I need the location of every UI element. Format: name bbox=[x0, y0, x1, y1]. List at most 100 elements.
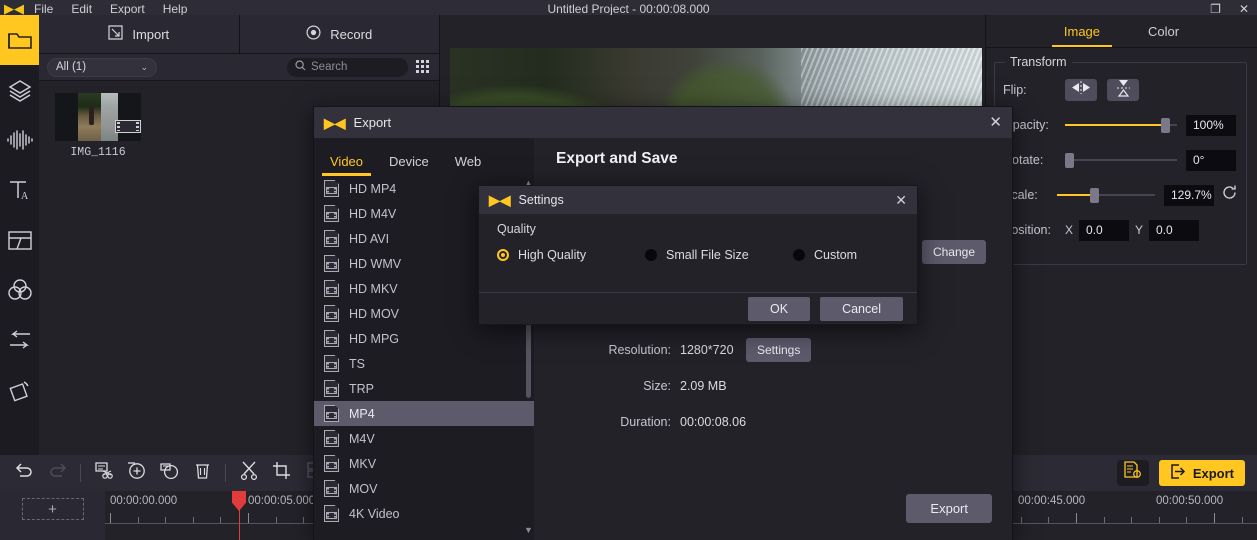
cancel-button[interactable]: Cancel bbox=[820, 297, 903, 321]
opacity-slider-knob[interactable] bbox=[1161, 118, 1170, 133]
add-clip-button[interactable] bbox=[120, 458, 153, 488]
format-item-label: TS bbox=[349, 356, 365, 371]
sidebar-item-titles[interactable]: A bbox=[0, 165, 39, 215]
export-button-label: Export bbox=[1192, 465, 1234, 481]
rotate-slider[interactable] bbox=[1065, 149, 1177, 171]
flip-vertical-icon bbox=[1116, 78, 1130, 103]
waveform-icon bbox=[6, 129, 34, 151]
sidebar-item-effects[interactable] bbox=[0, 65, 39, 115]
redo-button[interactable] bbox=[41, 458, 74, 488]
tab-import[interactable]: Import bbox=[39, 15, 239, 53]
rotate-value[interactable]: 0° bbox=[1186, 149, 1236, 171]
scale-slider-knob[interactable] bbox=[1090, 188, 1100, 203]
reset-icon[interactable] bbox=[1221, 184, 1238, 206]
transform-legend: Transform bbox=[1005, 55, 1072, 69]
media-filter-select[interactable]: All (1) ⌄ bbox=[47, 57, 157, 77]
ruler-tick-label: 00:00:45.000 bbox=[1018, 495, 1086, 507]
rotate-slider-knob[interactable] bbox=[1065, 153, 1074, 168]
crop-button[interactable] bbox=[265, 458, 298, 488]
flip-vertical-button[interactable] bbox=[1107, 79, 1139, 101]
position-y-value[interactable]: 0.0 bbox=[1149, 219, 1200, 241]
sidebar-item-transitions[interactable] bbox=[0, 315, 39, 365]
opacity-slider[interactable] bbox=[1065, 114, 1177, 136]
list-item[interactable]: IMG_1116 bbox=[55, 93, 141, 159]
tab-web[interactable]: Web bbox=[455, 154, 482, 176]
sidebar-item-split-screen[interactable] bbox=[0, 215, 39, 265]
format-item-label: HD MKV bbox=[349, 281, 398, 296]
export-tabs: Video Device Web bbox=[314, 138, 534, 176]
tab-import-label: Import bbox=[132, 26, 170, 42]
format-item[interactable]: MKV bbox=[314, 451, 534, 476]
resolution-settings-button[interactable]: Settings bbox=[746, 338, 812, 362]
format-item[interactable]: 4K Video bbox=[314, 501, 534, 526]
media-filter-value: All (1) bbox=[56, 61, 87, 73]
timeline-track-header: + bbox=[0, 491, 105, 540]
sidebar-item-audio[interactable] bbox=[0, 115, 39, 165]
sidebar-item-media-library[interactable] bbox=[0, 15, 39, 65]
settings-dialog-title-bar: ▶◀ Settings ✕ bbox=[479, 186, 917, 214]
tab-image[interactable]: Image bbox=[1051, 15, 1113, 47]
cut-button[interactable] bbox=[232, 458, 265, 488]
radio-dot-icon bbox=[497, 249, 509, 261]
app-logo-icon: ▶◀ bbox=[489, 192, 511, 208]
split-clip-button[interactable] bbox=[87, 458, 120, 488]
sidebar-item-filters[interactable] bbox=[0, 265, 39, 315]
video-file-icon bbox=[324, 255, 339, 272]
close-icon[interactable]: ✕ bbox=[989, 115, 1002, 130]
delete-button[interactable] bbox=[186, 458, 219, 488]
format-item-label: M4V bbox=[349, 431, 375, 446]
search-placeholder: Search bbox=[311, 61, 348, 73]
tab-device[interactable]: Device bbox=[389, 154, 429, 176]
radio-high-quality-label: High Quality bbox=[518, 248, 587, 262]
ok-button[interactable]: OK bbox=[748, 297, 811, 321]
format-item-label: HD M4V bbox=[349, 206, 397, 221]
video-file-icon bbox=[324, 455, 339, 472]
scroll-down-icon[interactable]: ▼ bbox=[524, 525, 533, 535]
add-clip-icon bbox=[127, 461, 146, 485]
position-x-value[interactable]: 0.0 bbox=[1079, 219, 1130, 241]
format-item[interactable]: HD MPG bbox=[314, 326, 534, 351]
video-file-icon bbox=[324, 505, 339, 522]
format-item[interactable]: M4V bbox=[314, 426, 534, 451]
media-filter-bar: All (1) ⌄ Search bbox=[39, 54, 439, 81]
tab-color[interactable]: Color bbox=[1144, 15, 1183, 47]
export-button[interactable]: Export bbox=[1158, 460, 1245, 486]
radio-custom[interactable]: Custom bbox=[793, 248, 857, 262]
duration-label: Duration: bbox=[620, 415, 671, 429]
search-input[interactable]: Search bbox=[287, 57, 408, 77]
trash-icon bbox=[194, 462, 211, 485]
undo-icon bbox=[15, 463, 34, 483]
tab-video[interactable]: Video bbox=[321, 154, 372, 176]
scale-slider[interactable] bbox=[1057, 184, 1155, 206]
add-track-button[interactable]: + bbox=[21, 498, 84, 520]
flip-horizontal-button[interactable] bbox=[1065, 79, 1097, 101]
opacity-value[interactable]: 100% bbox=[1186, 114, 1236, 136]
close-button[interactable]: ✕ bbox=[1239, 3, 1249, 15]
export-confirm-button[interactable]: Export bbox=[906, 494, 992, 523]
format-item[interactable]: TS bbox=[314, 351, 534, 376]
radio-small-file-size-label: Small File Size bbox=[666, 248, 749, 262]
format-item-label: HD MOV bbox=[349, 306, 399, 321]
video-file-icon bbox=[324, 205, 339, 222]
grid-view-icon[interactable] bbox=[416, 59, 431, 75]
undo-button[interactable] bbox=[8, 458, 41, 488]
flip-horizontal-icon bbox=[1070, 81, 1092, 99]
format-item[interactable]: MP4 bbox=[314, 401, 534, 426]
radio-dot-icon bbox=[793, 249, 805, 261]
change-button[interactable]: Change bbox=[921, 240, 986, 264]
close-icon[interactable]: ✕ bbox=[895, 193, 907, 207]
sidebar-item-motion[interactable] bbox=[0, 365, 39, 415]
scale-value[interactable]: 129.7% bbox=[1164, 184, 1214, 206]
tab-video-label: Video bbox=[330, 154, 364, 169]
ruler-tick bbox=[1214, 513, 1215, 523]
radio-custom-label: Custom bbox=[814, 248, 858, 262]
maximize-button[interactable]: ❐ bbox=[1210, 3, 1221, 15]
format-item[interactable]: MOV bbox=[314, 476, 534, 501]
properties-button[interactable] bbox=[1116, 460, 1149, 486]
radio-small-file-size[interactable]: Small File Size bbox=[645, 248, 793, 262]
tab-record[interactable]: Record bbox=[238, 15, 440, 53]
format-item[interactable]: TRP bbox=[314, 376, 534, 401]
duplicate-clip-button[interactable] bbox=[153, 458, 186, 488]
radio-high-quality[interactable]: High Quality bbox=[497, 248, 645, 262]
ruler-tick bbox=[110, 513, 111, 523]
